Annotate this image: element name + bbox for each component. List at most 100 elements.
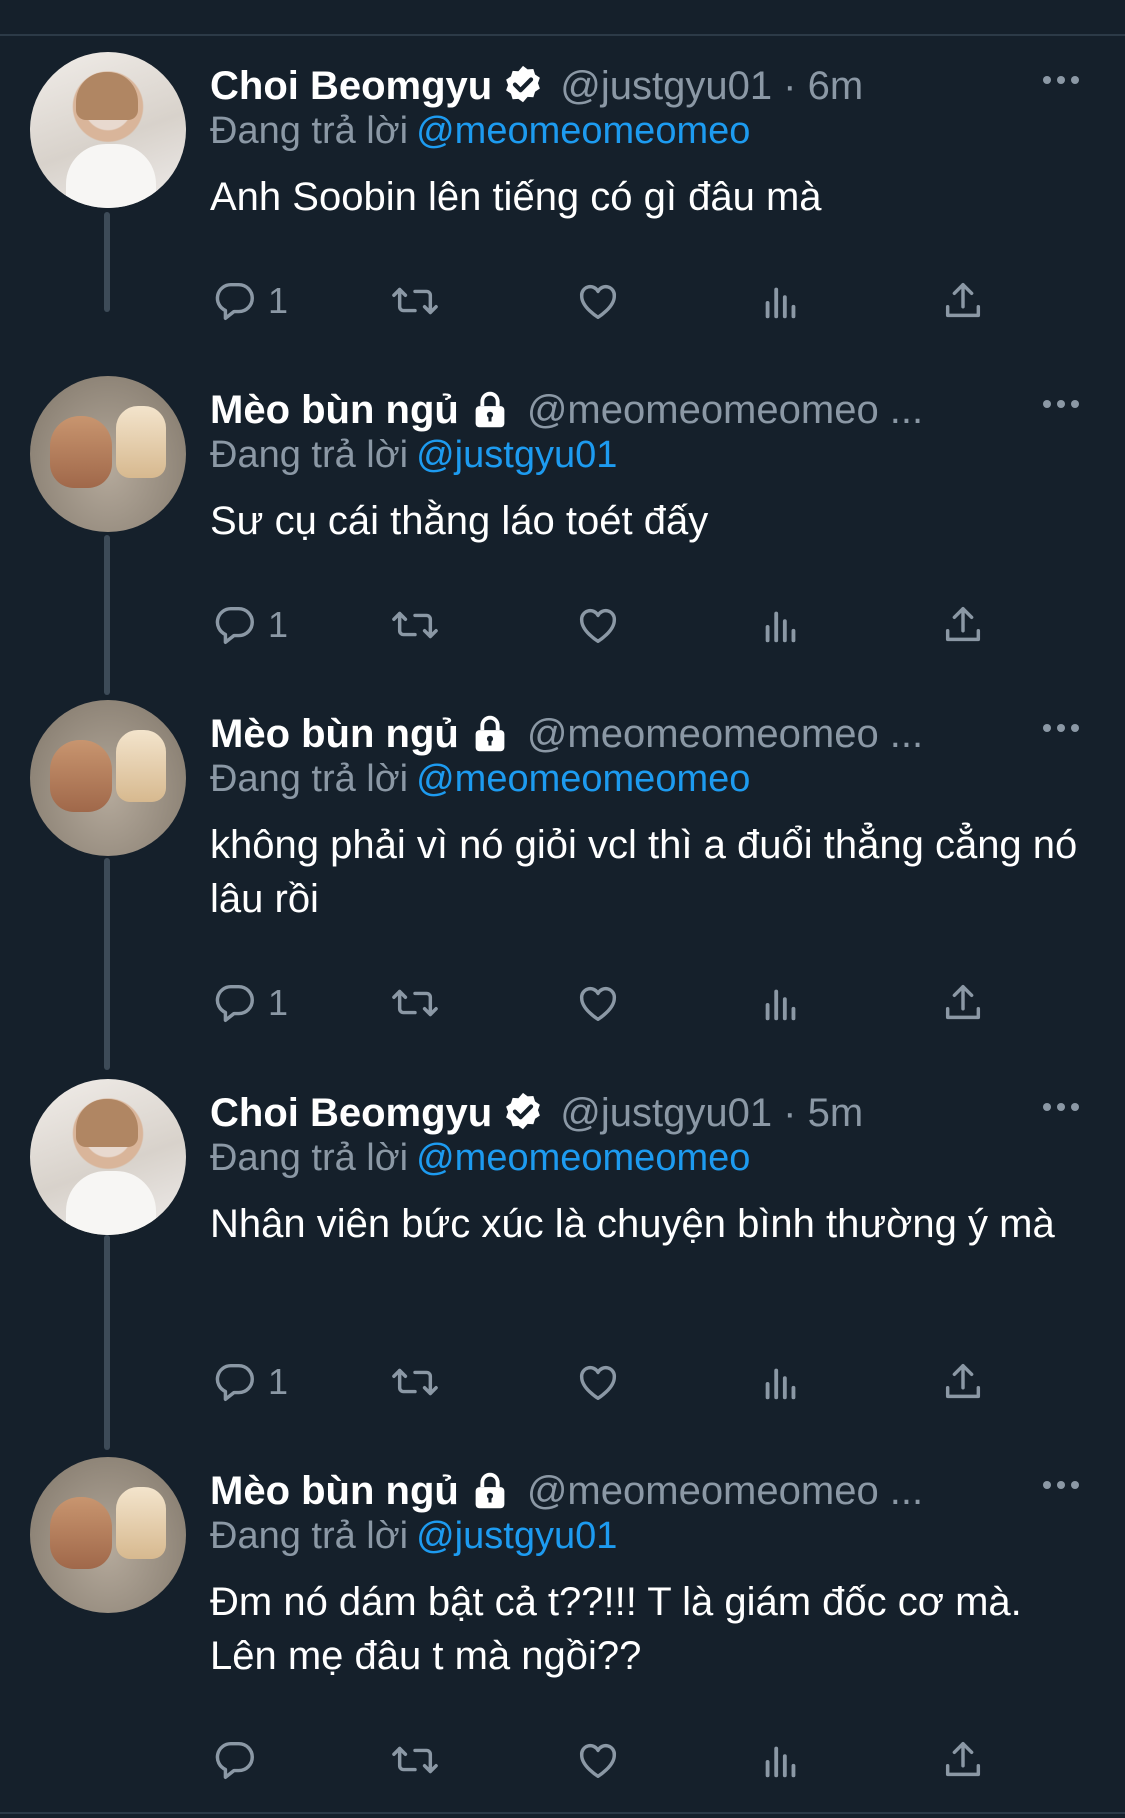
tweet-text: Nhân viên bức xúc là chuyện bình thường … [210, 1202, 1055, 1246]
tweet-header: Mèo bùn ngủ @meomeomeomeo ... [210, 382, 1050, 438]
replying-to: Đang trả lời @meomeomeomeo [210, 1137, 750, 1180]
views-icon [758, 1359, 804, 1405]
reply-prefix: Đang trả lời [210, 1515, 409, 1557]
views-button[interactable] [758, 1735, 804, 1785]
views-button[interactable] [758, 600, 804, 650]
tweet-header: Choi Beomgyu @justgyu01 · 5m [210, 1085, 1050, 1141]
avatar[interactable] [30, 376, 186, 532]
lock-icon [467, 387, 513, 433]
like-button[interactable] [575, 1357, 621, 1407]
like-button[interactable] [575, 1735, 621, 1785]
like-icon [575, 1359, 621, 1405]
reply-count: 1 [268, 280, 289, 321]
like-button[interactable] [575, 276, 621, 326]
retweet-icon [390, 1359, 440, 1405]
tweet-text: Đm nó dám bật cả t??!!! T là giám đốc cơ… [210, 1580, 1022, 1678]
like-icon [575, 602, 621, 648]
reply-icon [212, 980, 258, 1026]
more-icon[interactable] [1043, 1457, 1079, 1513]
share-icon [940, 980, 986, 1026]
more-icon[interactable] [1043, 376, 1079, 432]
handle-and-time[interactable]: @meomeomeomeo ... [527, 712, 923, 757]
avatar[interactable] [30, 1079, 186, 1235]
reply-button[interactable] [212, 1735, 268, 1785]
reply-prefix: Đang trả lời [210, 1137, 409, 1179]
handle-and-time[interactable]: @justgyu01 · 5m [560, 1091, 863, 1136]
replying-to: Đang trả lời @justgyu01 [210, 434, 617, 477]
share-icon [940, 602, 986, 648]
thread-line [104, 1235, 110, 1450]
avatar[interactable] [30, 52, 186, 208]
thread-line [104, 212, 110, 312]
tweet-text: không phải vì nó giỏi vcl thì a đuổi thẳ… [210, 823, 1078, 921]
tweet-actions [210, 1735, 1010, 1785]
share-button[interactable] [940, 978, 986, 1028]
retweet-icon [390, 278, 440, 324]
retweet-icon [390, 1737, 440, 1783]
lock-icon [467, 711, 513, 757]
share-button[interactable] [940, 1357, 986, 1407]
mention-link[interactable]: @meomeomeomeo [416, 1137, 750, 1179]
reply-icon [212, 1359, 258, 1405]
tweet-actions: 1 [210, 1357, 1010, 1407]
reply-icon [212, 278, 258, 324]
tweet-actions: 1 [210, 276, 1010, 326]
replying-to: Đang trả lời @meomeomeomeo [210, 758, 750, 801]
retweet-button[interactable] [390, 1735, 440, 1785]
more-icon[interactable] [1043, 1079, 1079, 1135]
tweet-text: Sư cụ cái thằng láo toét đấy [210, 499, 709, 543]
retweet-button[interactable] [390, 978, 440, 1028]
mention-link[interactable]: @justgyu01 [416, 1515, 617, 1557]
share-button[interactable] [940, 600, 986, 650]
tweet-actions: 1 [210, 600, 1010, 650]
reply-button[interactable]: 1 [212, 276, 288, 326]
like-icon [575, 980, 621, 1026]
more-icon[interactable] [1043, 700, 1079, 756]
views-icon [758, 278, 804, 324]
tweet-header: Mèo bùn ngủ @meomeomeomeo ... [210, 1463, 1050, 1519]
reply-button[interactable]: 1 [212, 978, 288, 1028]
retweet-icon [390, 980, 440, 1026]
avatar[interactable] [30, 1457, 186, 1613]
reply-button[interactable]: 1 [212, 600, 288, 650]
display-name[interactable]: Choi Beomgyu [210, 64, 492, 109]
handle-and-time[interactable]: @meomeomeomeo ... [527, 388, 923, 433]
retweet-button[interactable] [390, 600, 440, 650]
display-name[interactable]: Mèo bùn ngủ [210, 1469, 459, 1514]
display-name[interactable]: Mèo bùn ngủ [210, 388, 459, 433]
mention-link[interactable]: @meomeomeomeo [416, 758, 750, 800]
views-button[interactable] [758, 1357, 804, 1407]
bottom-divider [0, 1812, 1125, 1814]
reply-count: 1 [268, 1361, 289, 1402]
verified-badge-icon [500, 63, 546, 109]
like-icon [575, 278, 621, 324]
thread-line [104, 535, 110, 695]
mention-link[interactable]: @justgyu01 [416, 434, 617, 476]
replying-to: Đang trả lời @meomeomeomeo [210, 110, 750, 153]
avatar[interactable] [30, 700, 186, 856]
top-divider [0, 34, 1125, 36]
display-name[interactable]: Mèo bùn ngủ [210, 712, 459, 757]
more-icon[interactable] [1043, 52, 1079, 108]
handle-and-time[interactable]: @meomeomeomeo ... [527, 1469, 923, 1514]
tweet-text: Anh Soobin lên tiếng có gì đâu mà [210, 175, 822, 219]
display-name[interactable]: Choi Beomgyu [210, 1091, 492, 1136]
tweet-actions: 1 [210, 978, 1010, 1028]
handle-and-time[interactable]: @justgyu01 · 6m [560, 64, 863, 109]
tweet-header: Mèo bùn ngủ @meomeomeomeo ... [210, 706, 1050, 762]
views-button[interactable] [758, 978, 804, 1028]
retweet-button[interactable] [390, 1357, 440, 1407]
share-button[interactable] [940, 1735, 986, 1785]
reply-prefix: Đang trả lời [210, 434, 409, 476]
retweet-icon [390, 602, 440, 648]
mention-link[interactable]: @meomeomeomeo [416, 110, 750, 152]
like-button[interactable] [575, 978, 621, 1028]
views-icon [758, 602, 804, 648]
like-button[interactable] [575, 600, 621, 650]
reply-button[interactable]: 1 [212, 1357, 288, 1407]
share-button[interactable] [940, 276, 986, 326]
share-icon [940, 278, 986, 324]
verified-badge-icon [500, 1090, 546, 1136]
retweet-button[interactable] [390, 276, 440, 326]
views-button[interactable] [758, 276, 804, 326]
